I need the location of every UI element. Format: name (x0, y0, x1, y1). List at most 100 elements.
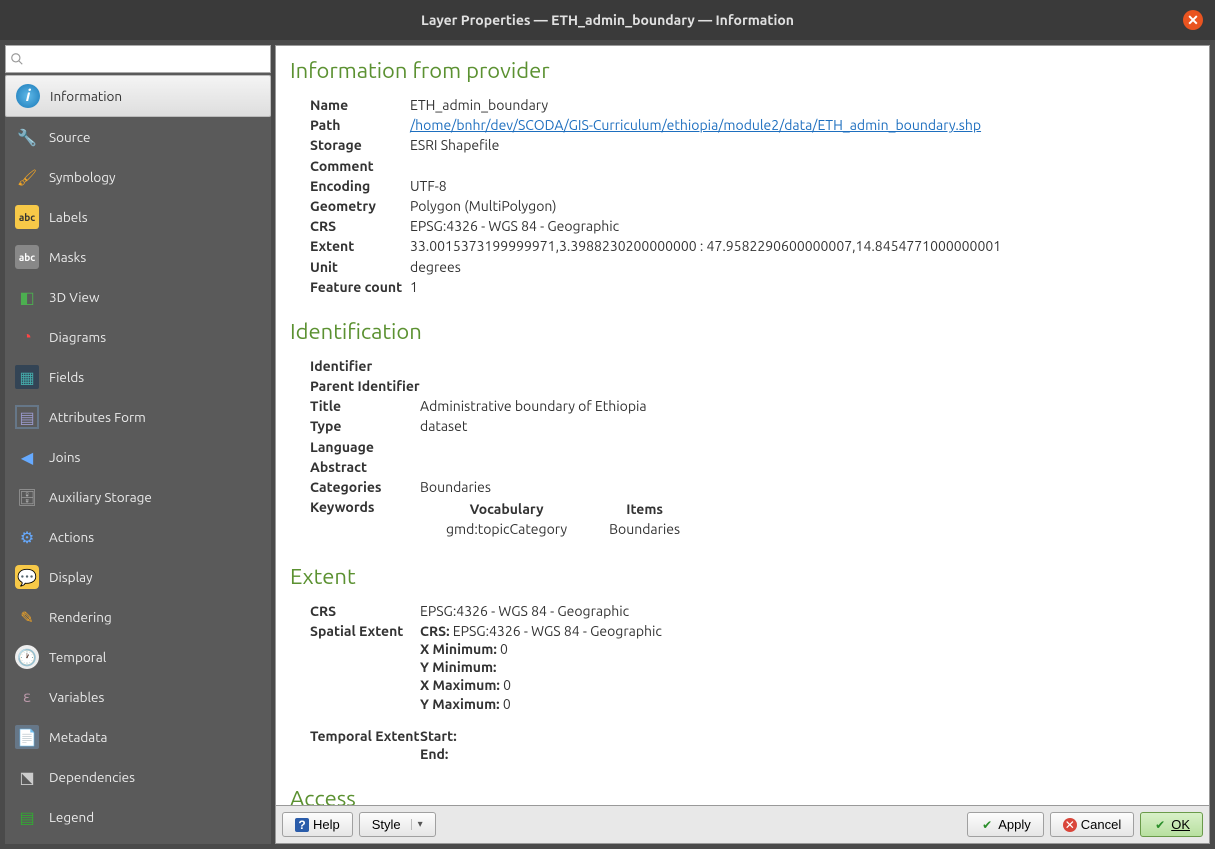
label-spatial-extent: Spatial Extent (310, 622, 420, 713)
value-extent-crs: EPSG:4326 - WGS 84 - Geographic (420, 602, 629, 620)
nav-item-symbology[interactable]: 🖌Symbology (5, 157, 271, 197)
masks-icon: abc (15, 245, 39, 269)
nav-item-masks[interactable]: abc Masks (5, 237, 271, 277)
value-encoding: UTF-8 (410, 177, 447, 195)
keywords-items-value: Boundaries (589, 520, 700, 538)
end-label: End: (420, 746, 448, 762)
nav-label: Labels (49, 209, 88, 225)
nav-list: iInformation 🔧Source 🖌Symbology abcLabel… (5, 75, 271, 844)
nav-item-auxiliary-storage[interactable]: 🗄Auxiliary Storage (5, 477, 271, 517)
value-keywords: VocabularyItems gmd:topicCategoryBoundar… (420, 498, 702, 540)
xmax-value: 0 (500, 677, 511, 693)
ymax-value: 0 (500, 696, 511, 712)
value-title: Administrative boundary of Ethiopia (420, 397, 647, 415)
close-button[interactable]: ✕ (1183, 10, 1203, 30)
fields-icon: ▦ (15, 365, 39, 389)
nav-item-joins[interactable]: ◀Joins (5, 437, 271, 477)
database-icon: 🗄 (15, 485, 39, 509)
nav-label: Fields (49, 369, 84, 385)
nav-item-qgis-server[interactable]: 🖥QGIS Server (5, 837, 271, 844)
nav-item-labels[interactable]: abcLabels (5, 197, 271, 237)
form-icon: ▤ (15, 405, 39, 429)
nav-item-dependencies[interactable]: ⬔ Dependencies (5, 757, 271, 797)
chevron-down-icon: ▾ (411, 819, 423, 830)
apply-button[interactable]: ✔ Apply (967, 812, 1044, 837)
help-button[interactable]: ? Help (282, 812, 353, 837)
label-language: Language (310, 438, 420, 456)
value-extent: 33.0015373199999971,3.3988230200000000 :… (410, 237, 1001, 255)
value-path: /home/bnhr/dev/SCODA/GIS-Curriculum/ethi… (410, 116, 981, 134)
value-temporal-extent: Start: End: (420, 727, 457, 763)
nav-item-display[interactable]: 💬Display (5, 557, 271, 597)
spatial-crs-value: EPSG:4326 - WGS 84 - Geographic (450, 623, 662, 639)
cancel-button[interactable]: ✕ Cancel (1050, 812, 1134, 837)
label-storage: Storage (310, 136, 410, 154)
nav-item-attributes-form[interactable]: ▤ Attributes Form (5, 397, 271, 437)
cancel-label: Cancel (1081, 817, 1121, 832)
xmax-label: X Maximum: (420, 677, 500, 693)
keywords-vocabulary-value: gmd:topicCategory (426, 520, 587, 538)
nav-label: 3D View (49, 289, 99, 305)
label-name: Name (310, 96, 410, 114)
nav-item-information[interactable]: iInformation (5, 75, 271, 117)
dialog-body: iInformation 🔧Source 🖌Symbology abcLabel… (0, 40, 1215, 849)
nav-item-metadata[interactable]: 📄Metadata (5, 717, 271, 757)
legend-icon: ▤ (15, 805, 39, 829)
nav-item-temporal[interactable]: 🕐 Temporal (5, 637, 271, 677)
gear-icon: ⚙ (15, 525, 39, 549)
value-geometry: Polygon (MultiPolygon) (410, 197, 557, 215)
value-name: ETH_admin_boundary (410, 96, 548, 114)
section-title-access: Access (290, 786, 1195, 806)
nav-item-fields[interactable]: ▦ Fields (5, 357, 271, 397)
nav-item-legend[interactable]: ▤Legend (5, 797, 271, 837)
style-button[interactable]: Style ▾ (359, 812, 436, 837)
help-label: Help (313, 817, 340, 832)
nav-item-rendering[interactable]: ✎Rendering (5, 597, 271, 637)
nav-item-3dview[interactable]: ◧3D View (5, 277, 271, 317)
nav-item-actions[interactable]: ⚙Actions (5, 517, 271, 557)
content-scroll[interactable]: Information from provider NameETH_admin_… (275, 45, 1210, 806)
rendering-icon: ✎ (15, 605, 39, 629)
cancel-icon: ✕ (1063, 818, 1077, 832)
value-categories: Boundaries (420, 478, 491, 496)
main-panel: Information from provider NameETH_admin_… (275, 45, 1210, 844)
diagrams-icon: ◔ (15, 325, 39, 349)
label-encoding: Encoding (310, 177, 410, 195)
xmin-value: 0 (497, 641, 508, 657)
close-icon: ✕ (1187, 12, 1199, 29)
nav-label: Symbology (49, 169, 116, 185)
nav-item-diagrams[interactable]: ◔Diagrams (5, 317, 271, 357)
ok-icon: ✔ (1153, 818, 1167, 832)
path-link[interactable]: /home/bnhr/dev/SCODA/GIS-Curriculum/ethi… (410, 117, 981, 133)
nav-label: Masks (49, 249, 86, 265)
label-keywords: Keywords (310, 498, 420, 540)
label-identifier: Identifier (310, 357, 420, 375)
ymin-label: Y Minimum: (420, 659, 497, 675)
keywords-table: VocabularyItems gmd:topicCategoryBoundar… (424, 498, 702, 540)
section-title-provider: Information from provider (290, 58, 1195, 83)
titlebar: Layer Properties — ETH_admin_boundary — … (0, 0, 1215, 40)
section-title-identification: Identification (290, 319, 1195, 344)
nav-item-source[interactable]: 🔧Source (5, 117, 271, 157)
bottom-bar: ? Help Style ▾ ✔ Apply ✕ Cancel ✔ (275, 806, 1210, 844)
nav-label: Attributes Form (49, 409, 146, 425)
nav-label: Source (49, 129, 90, 145)
keywords-header-vocabulary: Vocabulary (426, 500, 587, 518)
nav-label: Dependencies (49, 769, 135, 785)
value-storage: ESRI Shapefile (410, 136, 499, 154)
search-input[interactable] (6, 46, 270, 72)
search-box[interactable] (5, 45, 271, 73)
deps-icon: ⬔ (15, 765, 39, 789)
label-comment: Comment (310, 157, 410, 175)
nav-label: Temporal (49, 649, 106, 665)
nav-label: Joins (49, 449, 80, 465)
spatial-crs-label: CRS: (420, 623, 450, 639)
nav-label: Display (49, 569, 93, 585)
sidebar: iInformation 🔧Source 🖌Symbology abcLabel… (5, 45, 271, 844)
apply-label: Apply (998, 817, 1031, 832)
label-path: Path (310, 116, 410, 134)
clock-icon: 🕐 (15, 645, 39, 669)
ymax-label: Y Maximum: (420, 696, 500, 712)
nav-item-variables[interactable]: εVariables (5, 677, 271, 717)
ok-button[interactable]: ✔ OK (1140, 812, 1203, 837)
